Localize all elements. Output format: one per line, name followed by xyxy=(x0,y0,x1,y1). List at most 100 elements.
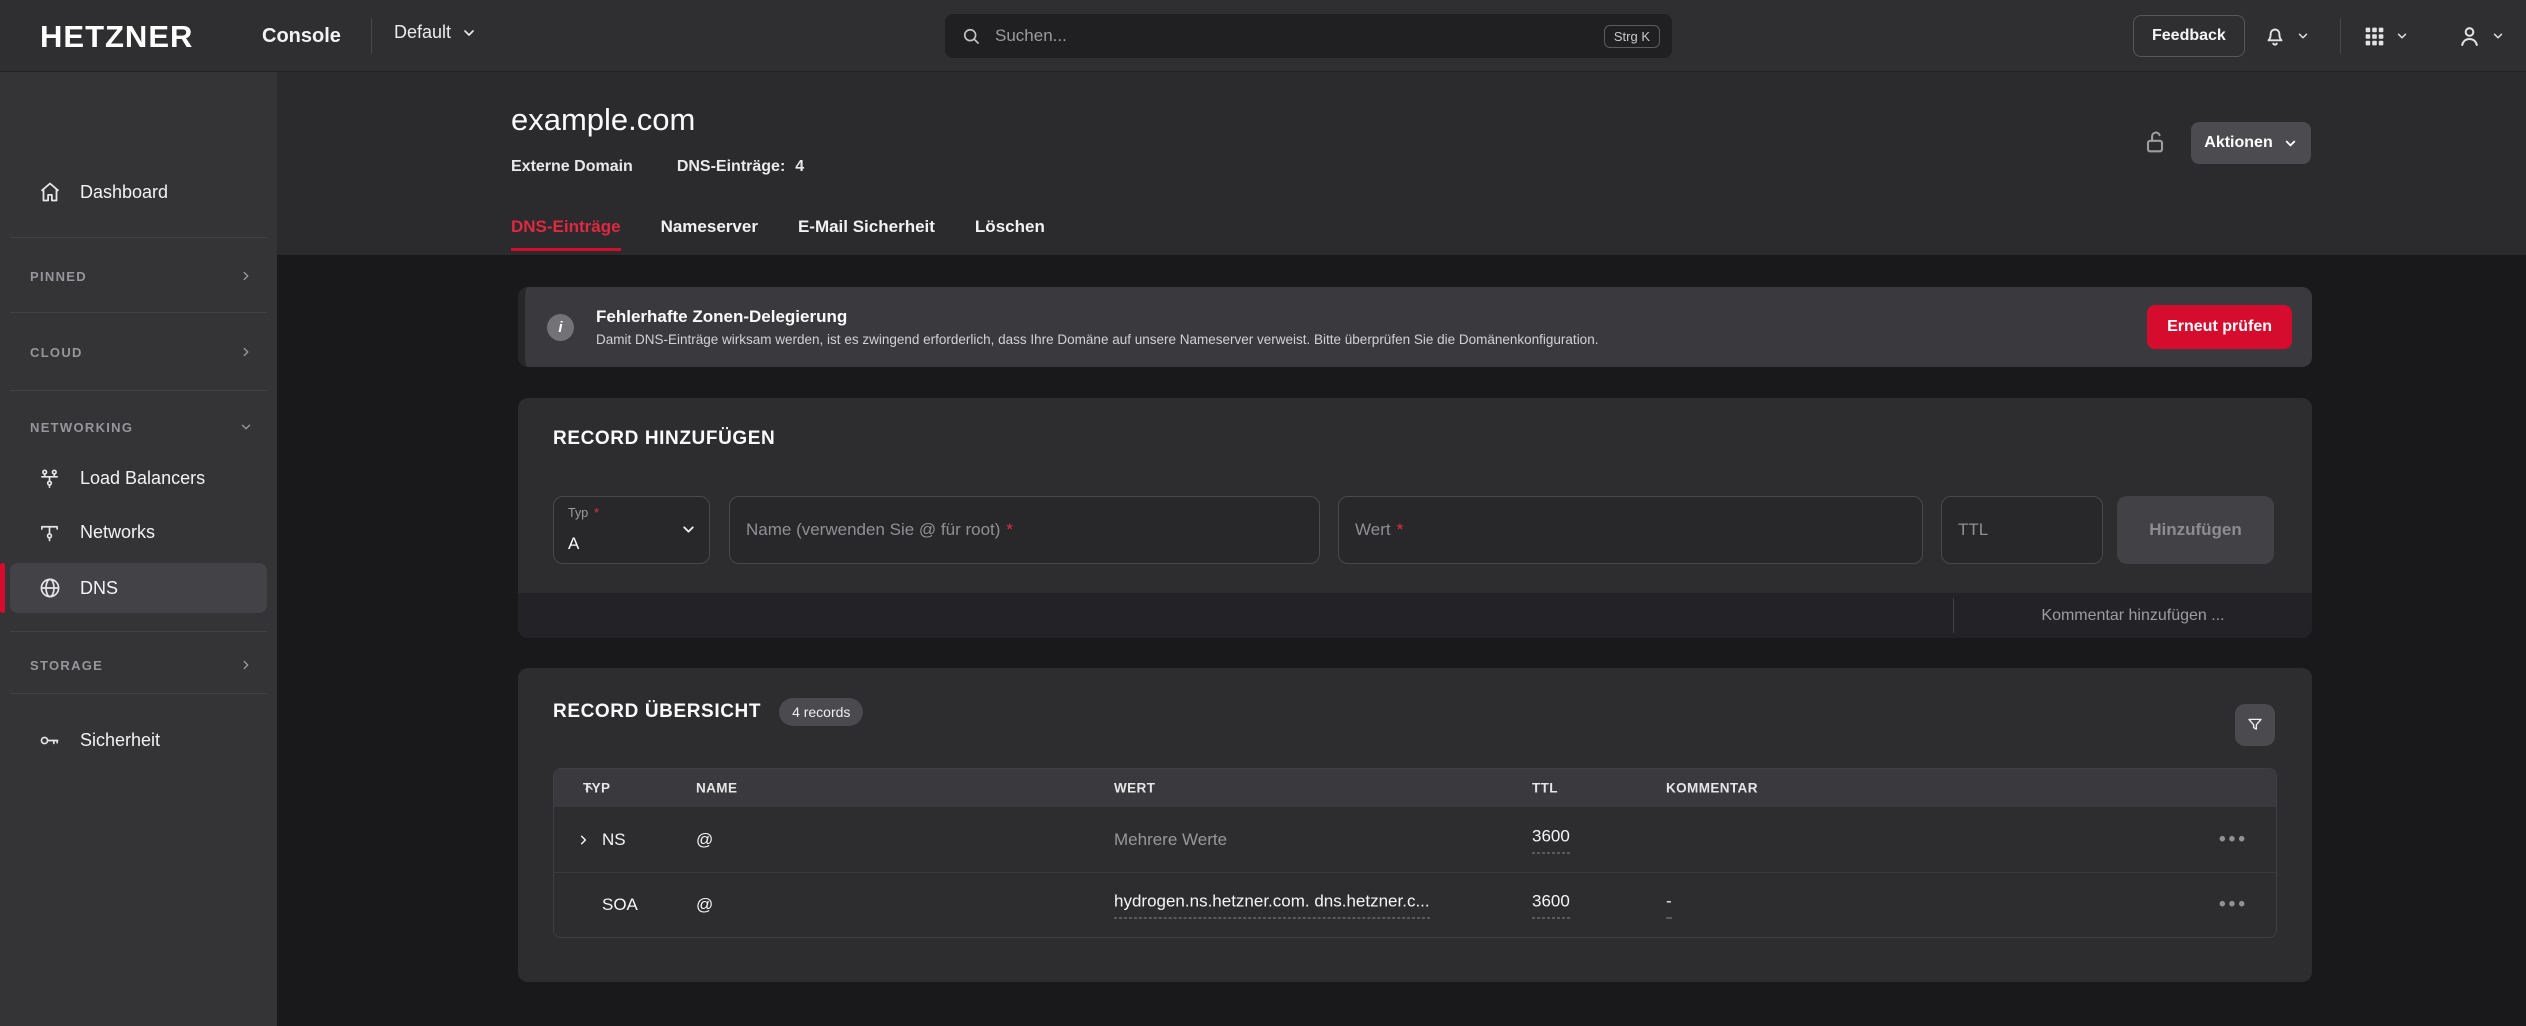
sidebar-divider xyxy=(10,693,267,694)
sidebar-item-label: Dashboard xyxy=(80,182,168,203)
load-balancer-icon xyxy=(38,467,62,490)
sidebar-item-label: DNS xyxy=(80,578,118,599)
record-ttl-input[interactable]: TTL xyxy=(1941,496,2103,564)
column-header-ttl[interactable]: TTL xyxy=(1532,781,1558,796)
domain-type-label: Externe Domain xyxy=(511,158,633,176)
hetzner-logo[interactable]: HETZNER xyxy=(40,19,193,55)
table-row-soa: SOA @ hydrogen.ns.hetzner.com. dns.hetzn… xyxy=(554,872,2276,937)
sidebar-item-load-balancers[interactable]: Load Balancers xyxy=(0,456,277,500)
records-count-badge: 4 records xyxy=(779,698,863,726)
sidebar: Dashboard PINNED CLOUD NETWORKING Load B… xyxy=(0,72,277,1026)
filter-icon xyxy=(2246,716,2264,734)
topbar: HETZNER Console Default Suchen... Strg K… xyxy=(0,0,2526,72)
record-comment-input[interactable]: Kommentar hinzufügen ... xyxy=(1954,593,2312,638)
record-type-cell: NS xyxy=(602,830,626,850)
sidebar-group-label: NETWORKING xyxy=(30,420,133,435)
filter-button[interactable] xyxy=(2235,704,2275,746)
add-record-card: RECORD HINZUFÜGEN Typ* A Name (verwenden… xyxy=(518,398,2312,593)
record-value-placeholder: Wert xyxy=(1355,520,1391,540)
main-content: i Fehlerhafte Zonen-Delegierung Damit DN… xyxy=(277,255,2526,1026)
apps-menu-button[interactable] xyxy=(2362,0,2409,72)
topbar-divider xyxy=(2340,18,2341,54)
alert-title: Fehlerhafte Zonen-Delegierung xyxy=(596,307,2147,327)
sidebar-group-pinned[interactable]: PINNED xyxy=(0,258,277,294)
apps-grid-icon xyxy=(2362,24,2387,49)
record-value-input[interactable]: Wert * xyxy=(1338,496,1923,564)
record-ttl-placeholder: TTL xyxy=(1958,520,1988,540)
record-name-input[interactable]: Name (verwenden Sie @ für root) * xyxy=(729,496,1320,564)
topbar-divider xyxy=(371,18,372,54)
network-icon xyxy=(38,521,62,544)
project-selector[interactable]: Default xyxy=(394,22,477,43)
record-comment-strip: Kommentar hinzufügen ... xyxy=(518,593,2312,638)
sidebar-group-storage[interactable]: STORAGE xyxy=(0,647,277,683)
sidebar-item-label: Load Balancers xyxy=(80,468,205,489)
sidebar-divider xyxy=(10,631,267,632)
chevron-right-icon xyxy=(239,269,253,283)
chevron-right-icon xyxy=(239,658,253,672)
sidebar-item-dashboard[interactable]: Dashboard xyxy=(0,170,277,214)
home-icon xyxy=(38,180,62,204)
actions-button[interactable]: Aktionen xyxy=(2191,122,2311,164)
record-value-cell[interactable]: hydrogen.ns.hetzner.com. dns.hetzner.c..… xyxy=(1114,892,1430,919)
required-marker: * xyxy=(1397,520,1404,540)
user-menu-button[interactable] xyxy=(2456,0,2505,72)
sidebar-divider xyxy=(10,312,267,313)
zone-delegation-alert: i Fehlerhafte Zonen-Delegierung Damit DN… xyxy=(518,287,2312,367)
chevron-right-icon xyxy=(239,345,253,359)
column-header-wert[interactable]: WERT xyxy=(1114,781,1155,796)
record-type-value: A xyxy=(568,534,579,554)
search-input[interactable]: Suchen... Strg K xyxy=(945,14,1672,58)
records-table: TYP NAME WERT TTL KOMMENTAR NS @ Mehrere… xyxy=(553,768,2277,938)
record-type-select[interactable]: Typ* A xyxy=(553,496,710,564)
sidebar-item-networks[interactable]: Networks xyxy=(0,510,277,554)
chevron-down-icon xyxy=(2491,29,2505,43)
record-overview-card: RECORD ÜBERSICHT 4 records TYP NAME WERT… xyxy=(518,668,2312,982)
sidebar-divider xyxy=(10,390,267,391)
tab-nameserver[interactable]: Nameserver xyxy=(661,217,758,247)
sidebar-group-label: STORAGE xyxy=(30,658,103,673)
tab-loeschen[interactable]: Löschen xyxy=(975,217,1045,247)
chevron-down-icon xyxy=(461,25,477,41)
row-menu-button[interactable]: ••• xyxy=(2219,829,2248,851)
bell-icon xyxy=(2262,23,2288,49)
record-ttl-cell[interactable]: 3600 xyxy=(1532,892,1570,919)
record-comment-cell[interactable]: - xyxy=(1666,892,1672,919)
sidebar-group-label: PINNED xyxy=(30,269,87,284)
alert-message: Damit DNS-Einträge wirksam werden, ist e… xyxy=(596,332,2147,347)
record-type-cell: SOA xyxy=(602,895,638,915)
recheck-button[interactable]: Erneut prüfen xyxy=(2147,305,2292,349)
project-selector-label: Default xyxy=(394,22,451,43)
sidebar-group-cloud[interactable]: CLOUD xyxy=(0,334,277,370)
record-name-placeholder: Name (verwenden Sie @ für root) xyxy=(746,520,1000,540)
add-record-submit-button[interactable]: Hinzufügen xyxy=(2117,496,2274,564)
column-header-name[interactable]: NAME xyxy=(696,781,737,796)
info-icon: i xyxy=(547,314,574,341)
feedback-button[interactable]: Feedback xyxy=(2133,15,2245,57)
sidebar-item-dns[interactable]: DNS xyxy=(10,563,267,613)
domain-meta: Externe Domain DNS-Einträge: 4 xyxy=(511,158,804,176)
page-title: example.com xyxy=(511,102,695,138)
search-icon xyxy=(961,26,981,46)
column-header-typ[interactable]: TYP xyxy=(583,782,595,794)
column-header-kommentar[interactable]: KOMMENTAR xyxy=(1666,781,1758,796)
expand-row-icon[interactable] xyxy=(576,832,591,847)
records-table-header: TYP NAME WERT TTL KOMMENTAR xyxy=(554,769,2276,807)
notifications-button[interactable] xyxy=(2262,0,2310,72)
record-value-cell: Mehrere Werte xyxy=(1114,830,1227,850)
sidebar-group-label: CLOUD xyxy=(30,345,83,360)
user-icon xyxy=(2456,23,2483,50)
row-menu-button[interactable]: ••• xyxy=(2219,894,2248,916)
tab-dns-eintraege[interactable]: DNS-Einträge xyxy=(511,217,621,247)
records-count-label: DNS-Einträge: xyxy=(677,158,785,176)
chevron-down-icon xyxy=(2283,136,2298,151)
record-ttl-cell[interactable]: 3600 xyxy=(1532,826,1570,853)
sidebar-item-security[interactable]: Sicherheit xyxy=(0,718,277,762)
tab-email-sicherheit[interactable]: E-Mail Sicherheit xyxy=(798,217,935,247)
record-name-cell: @ xyxy=(696,895,713,915)
chevron-down-icon xyxy=(680,521,697,538)
console-label: Console xyxy=(262,25,341,48)
sidebar-group-networking[interactable]: NETWORKING xyxy=(0,409,277,445)
lock-open-icon xyxy=(2141,128,2169,156)
record-name-cell: @ xyxy=(696,830,713,850)
